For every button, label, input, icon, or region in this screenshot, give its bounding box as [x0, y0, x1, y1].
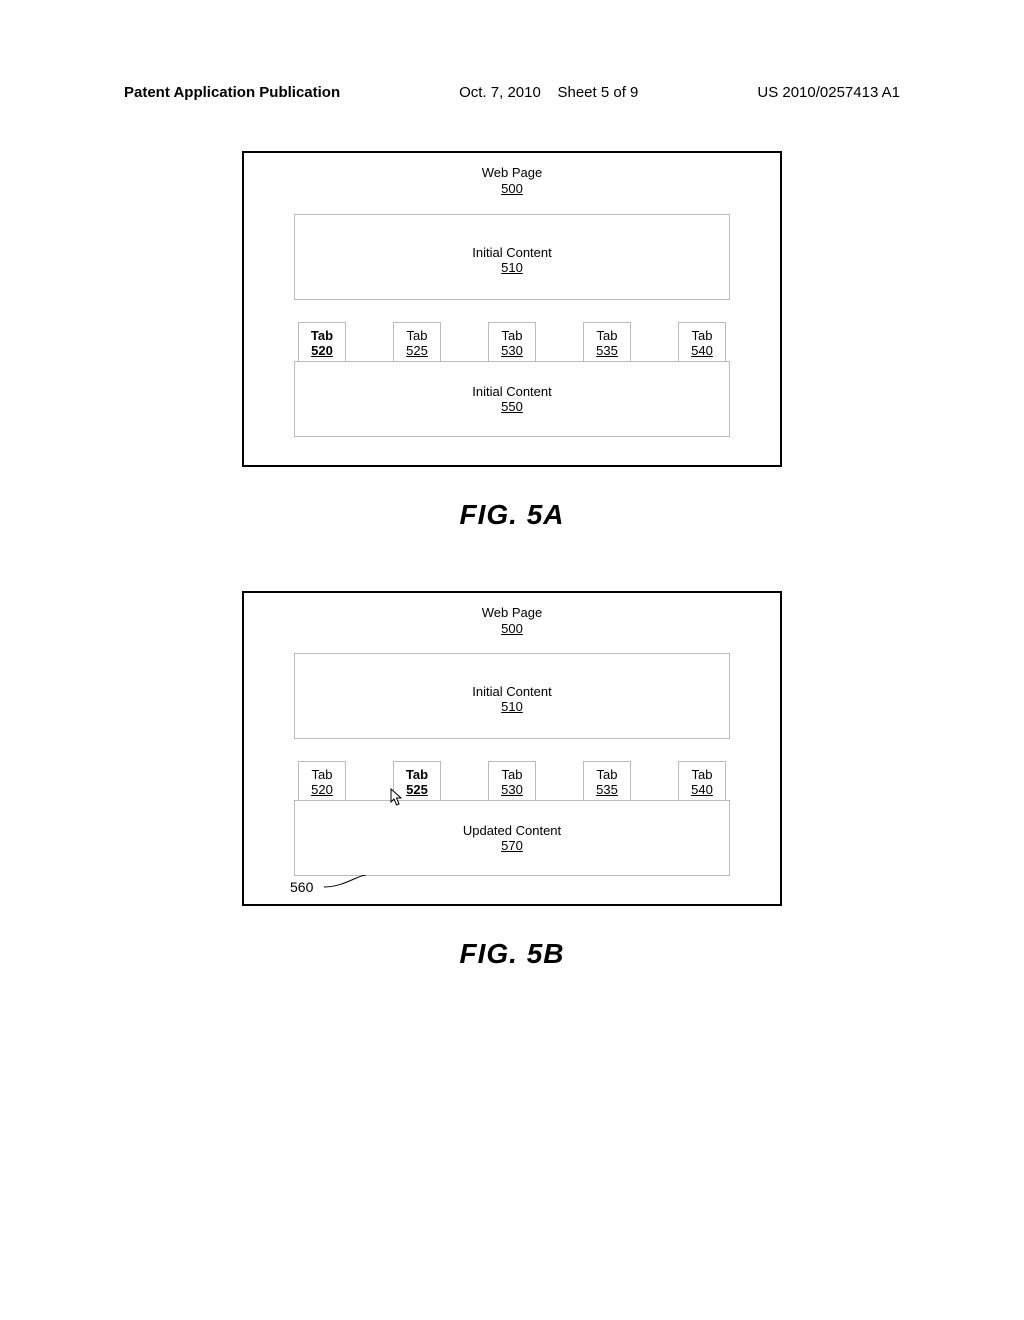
bottom-content-label: Updated Content [295, 823, 729, 838]
tab-label: Tab [402, 767, 432, 782]
tab-label: Tab [592, 767, 622, 782]
tab-label: Tab [687, 767, 717, 782]
tab-535[interactable]: Tab 535 [583, 761, 631, 800]
tab-520[interactable]: Tab 520 [298, 761, 346, 800]
figure-5b: Web Page 500 Initial Content 510 Tab 520… [242, 591, 782, 907]
tab-label: Tab [497, 767, 527, 782]
header-publication: Patent Application Publication [124, 84, 340, 101]
webpage-title-b: Web Page 500 [294, 605, 730, 638]
webpage-label: Web Page [294, 605, 730, 621]
bottom-content-refnum: 570 [295, 838, 729, 853]
tab-refnum: 520 [307, 343, 337, 358]
webpage-refnum: 500 [294, 181, 730, 197]
tab-refnum: 535 [592, 343, 622, 358]
webpage-label: Web Page [294, 165, 730, 181]
tab-525[interactable]: Tab 525 [393, 761, 441, 800]
cursor-refnum-560: 560 [290, 879, 313, 895]
tab-label: Tab [402, 328, 432, 343]
figure-caption-5b: FIG. 5B [120, 938, 904, 970]
tab-530[interactable]: Tab 530 [488, 761, 536, 800]
header-sheet: Sheet 5 of 9 [557, 84, 638, 101]
initial-content-box-b: Initial Content 510 [294, 653, 730, 739]
header-date-sheet: Oct. 7, 2010 Sheet 5 of 9 [459, 84, 638, 101]
tab-530[interactable]: Tab 530 [488, 322, 536, 361]
leader-line-icon [324, 875, 368, 903]
tab-520[interactable]: Tab 520 [298, 322, 346, 361]
initial-content-label: Initial Content [295, 245, 729, 260]
tab-refnum: 540 [687, 782, 717, 797]
tabs-row-b: Tab 520 Tab 525 Tab 530 Tab 535 Tab 540 [294, 761, 730, 800]
initial-content-refnum: 510 [295, 699, 729, 714]
tab-label: Tab [687, 328, 717, 343]
initial-content-label: Initial Content [295, 684, 729, 699]
bottom-content-refnum: 550 [295, 399, 729, 414]
tab-label: Tab [592, 328, 622, 343]
tab-label: Tab [497, 328, 527, 343]
webpage-refnum: 500 [294, 621, 730, 637]
header-pubno: US 2010/0257413 A1 [757, 84, 900, 101]
tab-refnum: 530 [497, 782, 527, 797]
tab-refnum: 520 [307, 782, 337, 797]
header-date: Oct. 7, 2010 [459, 84, 541, 101]
initial-content-box-a: Initial Content 510 [294, 214, 730, 300]
tab-refnum: 525 [402, 782, 432, 797]
tab-540[interactable]: Tab 540 [678, 761, 726, 800]
updated-content-570: Updated Content 570 [294, 800, 730, 876]
tabs-row-a: Tab 520 Tab 525 Tab 530 Tab 535 Tab 540 [294, 322, 730, 361]
tab-refnum: 535 [592, 782, 622, 797]
tab-label: Tab [307, 767, 337, 782]
tab-label: Tab [307, 328, 337, 343]
bottom-content-label: Initial Content [295, 384, 729, 399]
figure-5a: Web Page 500 Initial Content 510 Tab 520… [242, 151, 782, 467]
webpage-title-a: Web Page 500 [294, 165, 730, 198]
page-header: Patent Application Publication Oct. 7, 2… [120, 84, 904, 101]
initial-content-refnum: 510 [295, 260, 729, 275]
initial-content-550: Initial Content 550 [294, 361, 730, 437]
tab-refnum: 540 [687, 343, 717, 358]
tab-refnum: 525 [402, 343, 432, 358]
figure-caption-5a: FIG. 5A [120, 499, 904, 531]
tab-535[interactable]: Tab 535 [583, 322, 631, 361]
tab-540[interactable]: Tab 540 [678, 322, 726, 361]
tab-refnum: 530 [497, 343, 527, 358]
tab-525[interactable]: Tab 525 [393, 322, 441, 361]
